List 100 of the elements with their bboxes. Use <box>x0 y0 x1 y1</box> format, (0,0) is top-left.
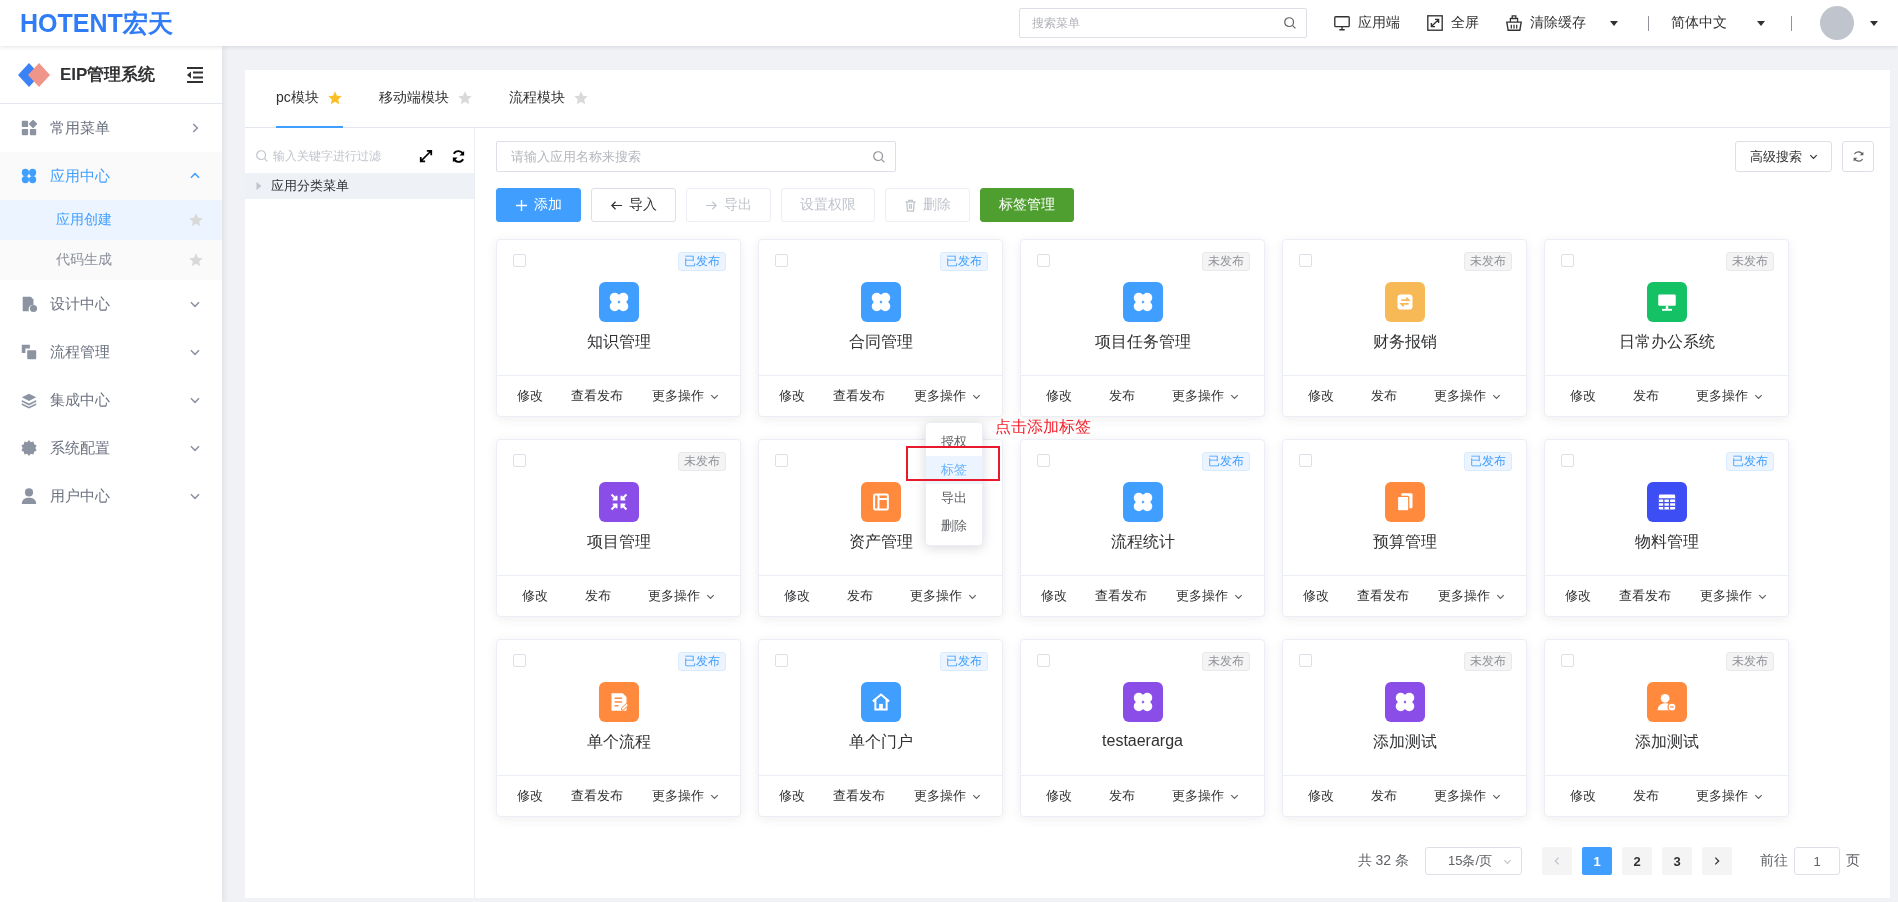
checkbox[interactable] <box>1299 254 1312 267</box>
checkbox[interactable] <box>1299 454 1312 467</box>
menu-item[interactable]: 设计中心 <box>0 280 222 328</box>
toolbar-button[interactable]: 全屏 <box>1426 14 1479 32</box>
app-card[interactable]: 未发布 日常办公系统 修改 发布 更多操作 <box>1544 239 1789 417</box>
action-link[interactable]: 修改 <box>1569 787 1596 805</box>
more-actions-link[interactable]: 更多操作 <box>1437 587 1506 605</box>
app-card[interactable]: 未发布 财务报销 修改 发布 更多操作 <box>1282 239 1527 417</box>
more-actions-link[interactable]: 更多操作 <box>647 587 716 605</box>
action-link[interactable]: 发布 <box>846 587 873 605</box>
page-button[interactable]: 3 <box>1662 847 1692 875</box>
menu-item[interactable]: 集成中心 <box>0 376 222 424</box>
checkbox[interactable] <box>775 254 788 267</box>
action-link[interactable]: 修改 <box>521 587 548 605</box>
action-link[interactable]: 发布 <box>1108 387 1135 405</box>
refresh-button[interactable] <box>1842 141 1874 172</box>
action-link[interactable]: 修改 <box>1045 787 1072 805</box>
more-actions-link[interactable]: 更多操作 <box>1433 787 1502 805</box>
star-icon[interactable] <box>188 212 204 228</box>
action-link[interactable]: 查看发布 <box>833 387 886 405</box>
expand-arrow-icon[interactable] <box>255 182 263 190</box>
action-link[interactable]: 查看发布 <box>571 787 624 805</box>
more-actions-link[interactable]: 更多操作 <box>913 387 982 405</box>
app-card[interactable]: 已发布 合同管理 修改 查看发布 更多操作 <box>758 239 1003 417</box>
tree-node[interactable]: 应用分类菜单 <box>245 173 474 199</box>
refresh-icon[interactable] <box>451 148 466 164</box>
more-actions-link[interactable]: 更多操作 <box>1695 387 1764 405</box>
tab[interactable]: 移动端模块 <box>378 70 473 128</box>
toolbar-button[interactable]: 应用端 <box>1333 14 1400 32</box>
more-actions-link[interactable]: 更多操作 <box>1699 587 1768 605</box>
action-link[interactable]: 查看发布 <box>1095 587 1148 605</box>
action-link[interactable]: 修改 <box>1041 587 1068 605</box>
more-actions-link[interactable]: 更多操作 <box>909 587 978 605</box>
app-card[interactable]: 已发布 单个流程 修改 查看发布 更多操作 <box>496 639 741 817</box>
action-link[interactable]: 发布 <box>1632 787 1659 805</box>
action-link[interactable]: 修改 <box>1307 787 1334 805</box>
app-card[interactable]: 未发布 项目管理 修改 发布 更多操作 <box>496 439 741 617</box>
page-size-select[interactable]: 15条/页 <box>1425 847 1522 875</box>
action-link[interactable]: 修改 <box>1303 587 1330 605</box>
action-link[interactable]: 修改 <box>517 787 544 805</box>
checkbox[interactable] <box>1561 654 1574 667</box>
more-actions-link[interactable]: 更多操作 <box>1175 587 1244 605</box>
advanced-search-button[interactable]: 高级搜索 <box>1735 141 1832 172</box>
app-card[interactable]: 未发布 添加测试 修改 发布 更多操作 <box>1282 639 1527 817</box>
more-actions-link[interactable]: 更多操作 <box>913 787 982 805</box>
action-link[interactable]: 修改 <box>517 387 544 405</box>
app-card[interactable]: 已发布 知识管理 修改 查看发布 更多操作 <box>496 239 741 417</box>
tab[interactable]: 流程模块 <box>508 70 589 128</box>
checkbox[interactable] <box>1037 254 1050 267</box>
menu-icon[interactable] <box>186 66 204 83</box>
action-link[interactable]: 查看发布 <box>833 787 886 805</box>
app-card[interactable]: 已发布 单个门户 修改 查看发布 更多操作 <box>758 639 1003 817</box>
action-link[interactable]: 查看发布 <box>1619 587 1672 605</box>
app-card[interactable]: 已发布 物料管理 修改 查看发布 更多操作 <box>1544 439 1789 617</box>
search-field[interactable]: 请输入应用名称来搜索 <box>496 141 896 172</box>
more-actions-link[interactable]: 更多操作 <box>651 387 720 405</box>
action-link[interactable]: 修改 <box>779 787 806 805</box>
checkbox[interactable] <box>1561 454 1574 467</box>
avatar[interactable] <box>1820 6 1854 40</box>
more-actions-link[interactable]: 更多操作 <box>1171 787 1240 805</box>
star-icon[interactable] <box>188 252 204 268</box>
tab[interactable]: pc模块 <box>276 70 343 128</box>
star-icon[interactable] <box>572 90 589 106</box>
app-card[interactable]: 已发布 流程统计 修改 查看发布 更多操作 <box>1020 439 1265 617</box>
checkbox[interactable] <box>1299 654 1312 667</box>
action-link[interactable]: 修改 <box>1045 387 1072 405</box>
checkbox[interactable] <box>1561 254 1574 267</box>
checkbox[interactable] <box>1037 454 1050 467</box>
action-link[interactable]: 修改 <box>1569 387 1596 405</box>
menu-item[interactable]: 用户中心 <box>0 472 222 520</box>
app-card[interactable]: 未发布 testaerarga 修改 发布 更多操作 <box>1020 639 1265 817</box>
page-input[interactable]: 1 <box>1794 847 1840 875</box>
checkbox[interactable] <box>513 454 526 467</box>
action-link[interactable]: 修改 <box>783 587 810 605</box>
language-select[interactable]: 简体中文 <box>1671 14 1767 32</box>
search-field[interactable]: 搜索菜单 <box>1019 8 1307 38</box>
more-actions-link[interactable]: 更多操作 <box>1433 387 1502 405</box>
action-link[interactable]: 发布 <box>584 587 611 605</box>
menu-item[interactable]: 删除 <box>926 512 982 540</box>
checkbox[interactable] <box>513 254 526 267</box>
app-card[interactable]: 未发布 项目任务管理 修改 发布 更多操作 <box>1020 239 1265 417</box>
page-button[interactable]: 2 <box>1622 847 1652 875</box>
menu-item[interactable]: 导出 <box>926 484 982 512</box>
action-link[interactable]: 修改 <box>1565 587 1592 605</box>
more-actions-link[interactable]: 更多操作 <box>1695 787 1764 805</box>
checkbox[interactable] <box>513 654 526 667</box>
action-link[interactable]: 发布 <box>1632 387 1659 405</box>
action-link[interactable]: 修改 <box>779 387 806 405</box>
checkbox[interactable] <box>775 454 788 467</box>
action-link[interactable]: 发布 <box>1370 387 1397 405</box>
menu-item[interactable]: 常用菜单 <box>0 104 222 152</box>
more-actions-link[interactable]: 更多操作 <box>651 787 720 805</box>
menu-item[interactable]: 流程管理 <box>0 328 222 376</box>
expand-icon[interactable] <box>419 149 433 163</box>
star-icon[interactable] <box>456 90 473 106</box>
more-actions-link[interactable]: 更多操作 <box>1171 387 1240 405</box>
action-link[interactable]: 查看发布 <box>1357 587 1410 605</box>
action-link[interactable]: 发布 <box>1370 787 1397 805</box>
menu-item[interactable]: 系统配置 <box>0 424 222 472</box>
action-link[interactable]: 发布 <box>1108 787 1135 805</box>
